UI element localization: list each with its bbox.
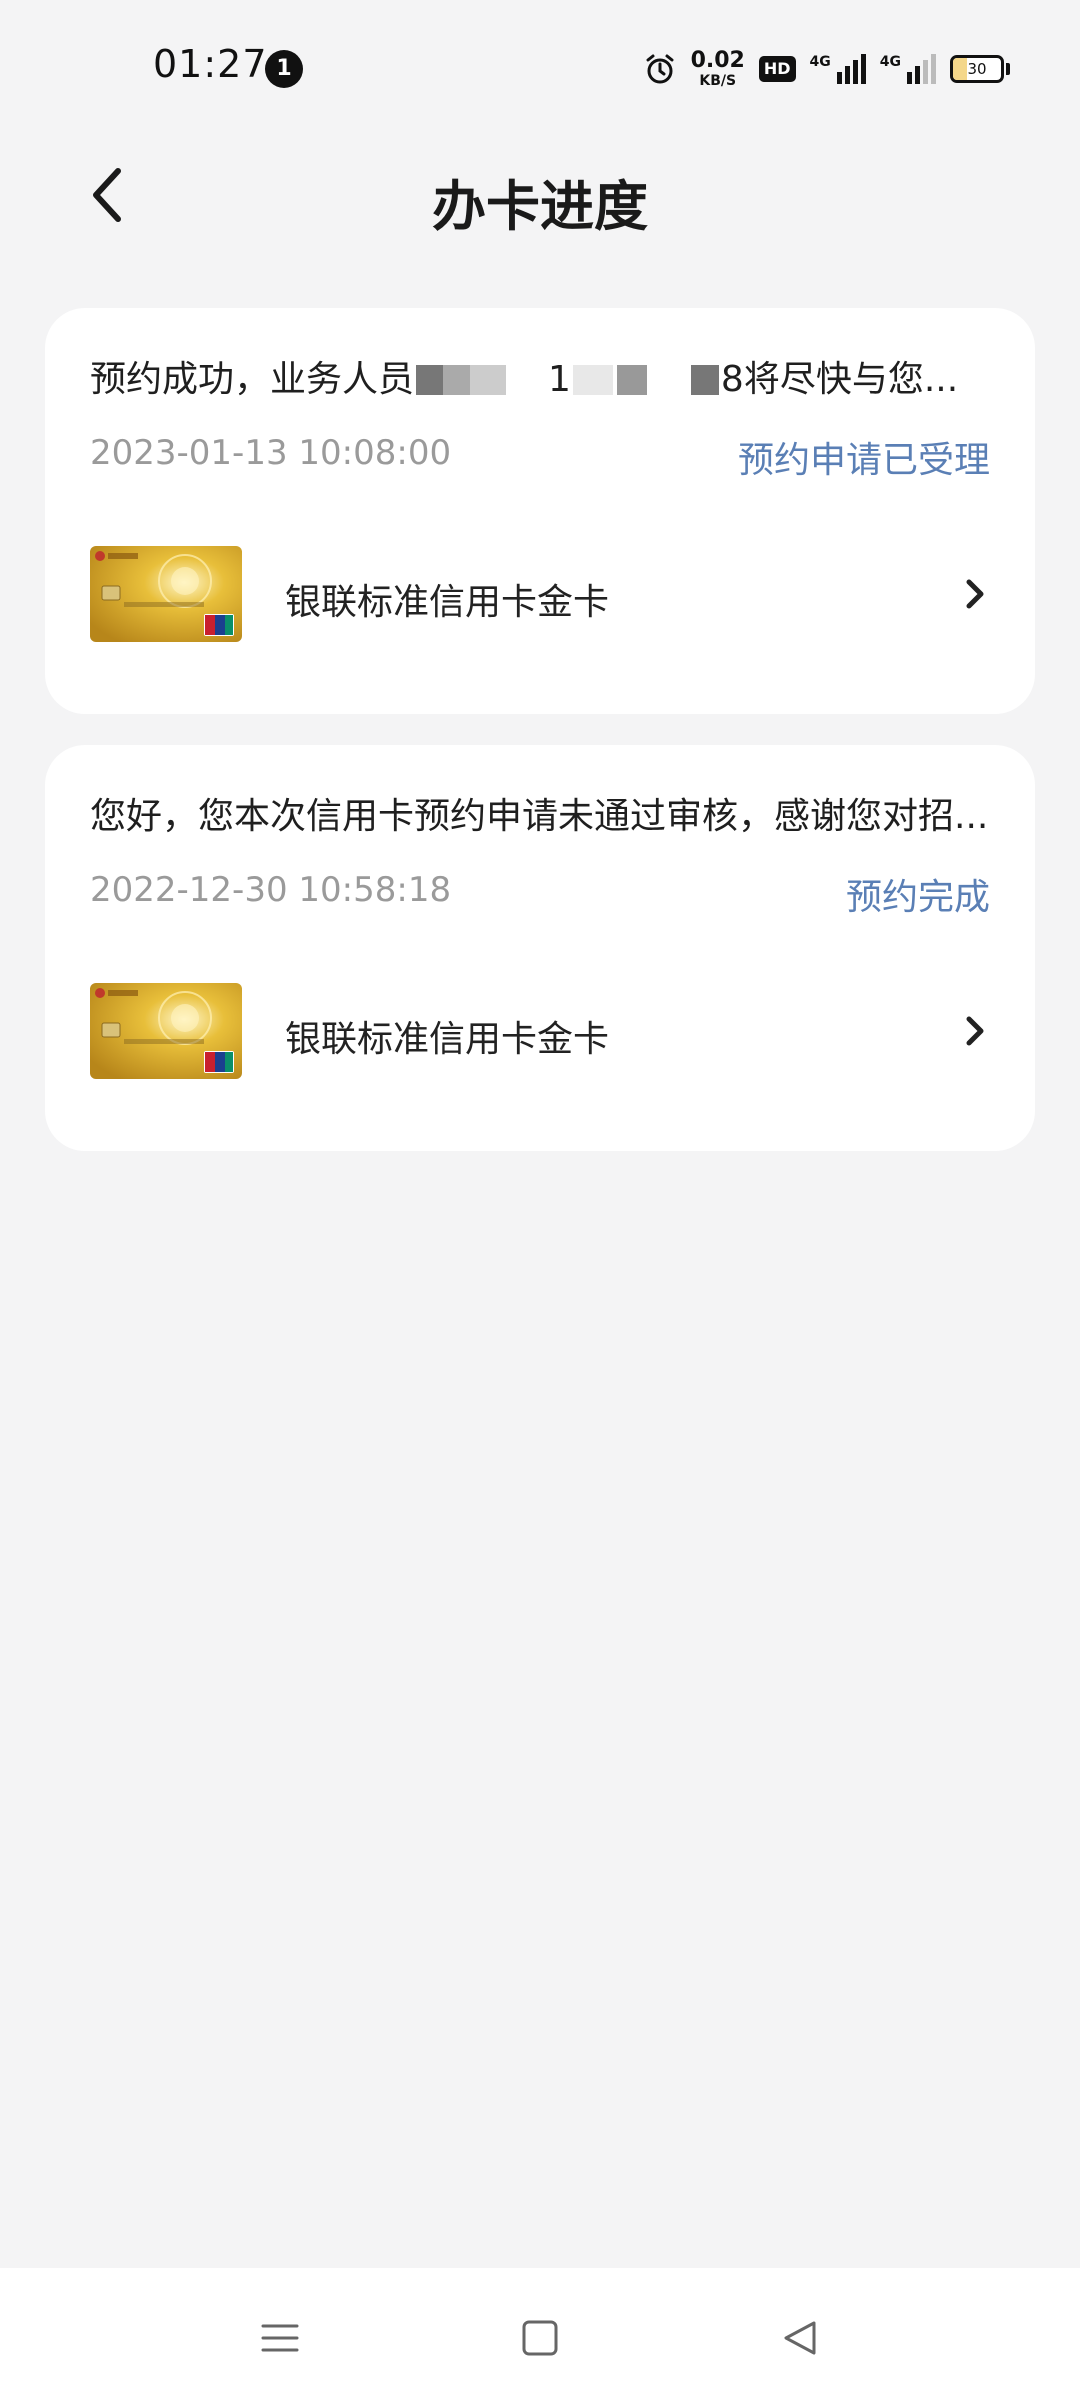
battery-icon: 30: [950, 55, 1004, 83]
application-status: 预约完成: [845, 877, 990, 918]
signal-label-sim2: 4G: [879, 54, 901, 70]
application-card[interactable]: 预约成功，业务人员 1 8将尽快与您... 2023-01-13 10:08:00 …: [45, 308, 1035, 714]
card-product-row[interactable]: 银联标准信用卡金卡: [90, 546, 990, 646]
network-speed: 0.02 KB/S: [690, 48, 745, 89]
status-bar: 01:27 1 0.02 KB/S HD 4G 4G 30: [0, 0, 1080, 130]
application-message: 您好，您本次信用卡预约申请未通过审核，感谢您对招...: [90, 796, 989, 837]
card-product-row[interactable]: 银联标准信用卡金卡: [90, 983, 990, 1083]
redacted-block: [416, 365, 507, 395]
signal-label-sim1: 4G: [809, 54, 831, 70]
status-time: 01:27: [153, 42, 268, 86]
alarm-icon: [643, 52, 677, 86]
signal-strength-icon-sim2: 4G: [880, 54, 936, 84]
application-card[interactable]: 您好，您本次信用卡预约申请未通过审核，感谢您对招... 2022-12-30 1…: [45, 745, 1035, 1151]
page-title: 办卡进度: [432, 175, 648, 238]
chevron-right-icon: [960, 1011, 990, 1051]
application-status: 预约申请已受理: [737, 440, 990, 481]
recents-button[interactable]: [250, 2308, 310, 2368]
battery-level: 30: [967, 60, 987, 78]
status-icons: 0.02 KB/S HD 4G 4G 30: [629, 44, 1010, 94]
battery-cap: [1006, 63, 1010, 75]
application-date: 2023-01-13 10:08:00: [90, 433, 452, 473]
signal-strength-icon-sim1: 4G: [810, 54, 866, 84]
back-nav-button[interactable]: [770, 2308, 830, 2368]
menu-icon: [261, 2324, 299, 2352]
credit-card-image: [90, 983, 242, 1079]
card-product-name: 银联标准信用卡金卡: [285, 582, 610, 623]
redacted-block: [616, 365, 647, 395]
home-button[interactable]: [510, 2308, 570, 2368]
header: 办卡进度: [0, 130, 1080, 260]
application-date: 2022-12-30 10:58:18: [90, 870, 452, 910]
network-speed-unit: KB/S: [699, 73, 737, 89]
notification-badge: 1: [265, 50, 303, 88]
application-message: 预约成功，业务人员 1 8将尽快与您...: [90, 359, 959, 400]
triangle-back-icon: [784, 2321, 816, 2355]
card-product-name: 银联标准信用卡金卡: [285, 1019, 610, 1060]
system-nav-bar: [0, 2268, 1080, 2400]
hd-voice-icon: HD: [758, 56, 796, 82]
credit-card-image: [90, 546, 242, 642]
redacted-block: [572, 365, 613, 395]
square-icon: [522, 2320, 558, 2356]
redacted-block: [690, 365, 719, 395]
network-speed-value: 0.02: [690, 48, 745, 73]
chevron-right-icon: [960, 574, 990, 614]
